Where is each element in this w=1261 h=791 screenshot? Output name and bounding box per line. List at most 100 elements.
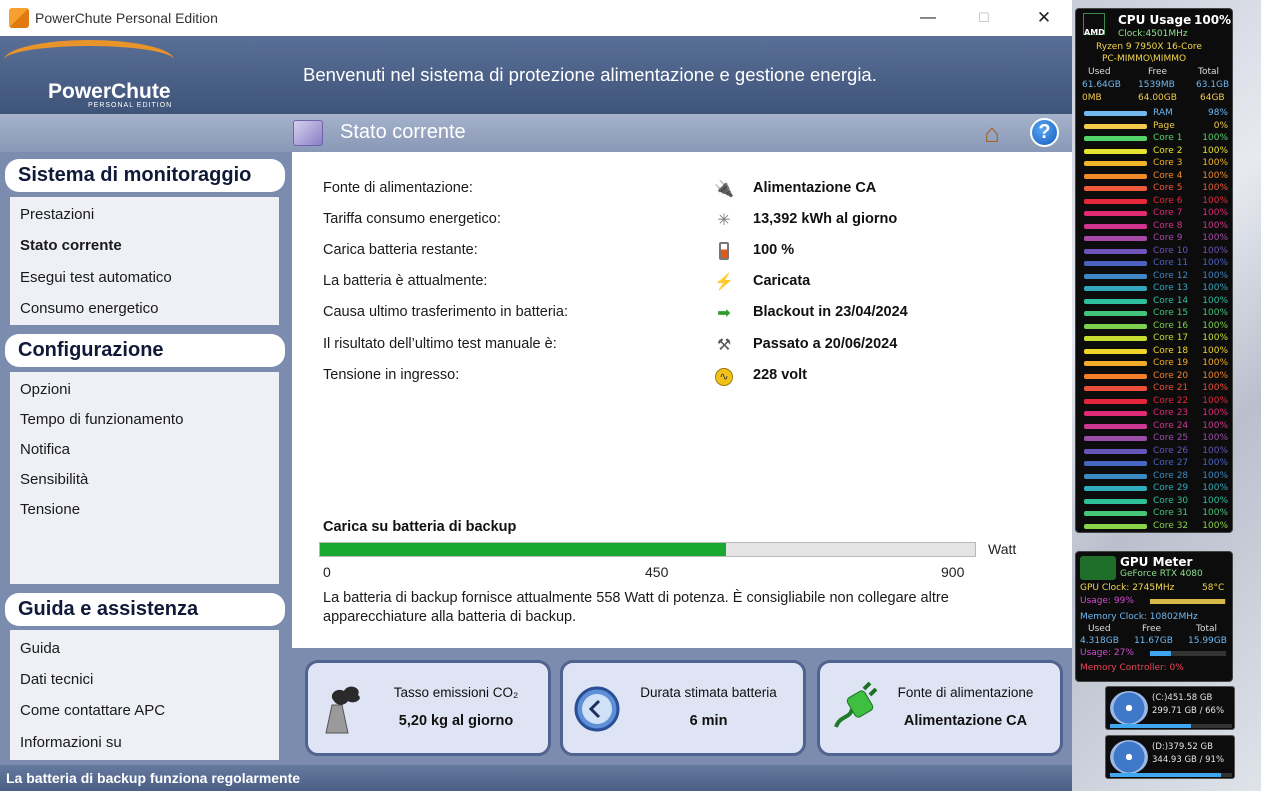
nav-consumo-energetico[interactable]: Consumo energetico <box>20 300 158 317</box>
core-name: Core 12 <box>1153 270 1189 281</box>
section-monitoring: Sistema di monitoraggio <box>5 159 285 192</box>
nav-tempo-funzionamento[interactable]: Tempo di funzionamento <box>20 411 183 428</box>
drive-d-fill <box>1110 773 1222 777</box>
nav-informazioni[interactable]: Informazioni su <box>20 734 122 751</box>
core-bar <box>1084 211 1147 216</box>
nav-opzioni[interactable]: Opzioni <box>20 381 71 398</box>
core-row: Core 20 100% <box>1081 371 1229 382</box>
maximize-button[interactable]: ☐ <box>956 0 1012 35</box>
core-name: Core 29 <box>1153 483 1189 493</box>
core-bar <box>1084 436 1147 441</box>
core-bar <box>1084 223 1147 229</box>
core-row: Core 11 100% <box>1081 258 1229 269</box>
core-percent: 100% <box>1202 520 1228 531</box>
core-row: Core 28 100% <box>1081 471 1229 482</box>
core-name: Core 32 <box>1153 520 1189 531</box>
mem-header: Used <box>1088 67 1111 77</box>
nav-prestazioni[interactable]: Prestazioni <box>20 206 94 223</box>
status-label: Carica batteria restante: <box>323 242 478 258</box>
status-value: Caricata <box>753 273 811 289</box>
nav-contattare-apc[interactable]: Come contattare APC <box>20 702 165 719</box>
close-button[interactable]: ✕ <box>1016 0 1072 35</box>
core-row: Core 14 100% <box>1081 296 1229 307</box>
core-bar <box>1084 186 1147 191</box>
gpu-title: GPU Meter <box>1120 555 1193 569</box>
core-name: Core 16 <box>1153 320 1189 331</box>
core-percent: 100% <box>1202 383 1228 393</box>
page-row: Page 0% <box>1081 121 1229 132</box>
help-icon[interactable]: ? <box>1030 118 1059 147</box>
gpu-meter-widget: GPU Meter GeForce RTX 4080 GPU Clock: 27… <box>1075 551 1233 682</box>
core-name: Core 11 <box>1153 258 1189 268</box>
nav-stato-corrente[interactable]: Stato corrente <box>20 237 122 254</box>
core-name: Core 25 <box>1153 433 1189 443</box>
cpu-usage: 100% <box>1194 13 1232 27</box>
nav-tensione[interactable]: Tensione <box>20 501 80 518</box>
core-bar <box>1084 511 1147 516</box>
core-name: Core 7 <box>1153 208 1183 218</box>
core-name: Core 15 <box>1153 308 1189 318</box>
core-bar <box>1084 236 1147 241</box>
load-tick: 0 <box>323 564 331 580</box>
core-name: Core 21 <box>1153 383 1189 393</box>
core-name: Core 14 <box>1153 295 1189 306</box>
card-runtime[interactable]: Durata stimata batteria 6 min <box>560 660 806 756</box>
status-value: Alimentazione CA <box>753 180 877 196</box>
core-percent: 100% <box>1202 258 1228 268</box>
core-percent: 100% <box>1202 420 1228 431</box>
core-bar <box>1084 248 1147 254</box>
core-bar <box>1084 323 1147 329</box>
home-icon[interactable]: ⌂ <box>978 119 1006 147</box>
cpu-model: Ryzen 9 7950X 16-Core <box>1096 42 1202 52</box>
core-percent: 100% <box>1202 470 1228 481</box>
core-name: Core 19 <box>1153 358 1189 368</box>
drive-c-widget[interactable]: (C:)451.58 GB 299.71 GB / 66% <box>1105 686 1235 730</box>
core-name: Core 9 <box>1153 233 1183 243</box>
core-bar <box>1084 136 1147 141</box>
core-bar <box>1084 111 1147 116</box>
load-bar-fill <box>320 543 727 556</box>
core-bar <box>1084 123 1147 129</box>
core-percent: 100% <box>1202 295 1228 306</box>
core-row: Core 32 100% <box>1081 521 1229 532</box>
cpu-clock: Clock:4501MHz <box>1118 29 1188 39</box>
core-row: Core 8 100% <box>1081 221 1229 232</box>
drive-d-widget[interactable]: (D:)379.52 GB 344.93 GB / 91% <box>1105 735 1235 779</box>
card-value: 5,20 kg al giorno <box>398 713 514 729</box>
nav-sensibilita[interactable]: Sensibilità <box>20 471 88 488</box>
powerchute-window: PowerChute Personal Edition — ☐ ✕ PowerC… <box>0 0 1072 791</box>
core-row: Core 26 100% <box>1081 446 1229 457</box>
nav-esegui-test[interactable]: Esegui test automatico <box>20 269 172 286</box>
gpu-mem-controller: Memory Controller: 0% <box>1080 663 1184 673</box>
core-percent: 100% <box>1202 445 1228 456</box>
core-name: Page <box>1153 120 1175 131</box>
core-name: Core 24 <box>1153 420 1189 431</box>
nav-guida[interactable]: Guida <box>20 640 60 657</box>
card-co2[interactable]: Tasso emissioni CO₂ 5,20 kg al giorno <box>305 660 551 756</box>
nav-notifica[interactable]: Notifica <box>20 441 70 458</box>
core-row: Core 27 100% <box>1081 458 1229 469</box>
core-percent: 100% <box>1202 495 1228 506</box>
gpu-mem-header: Used <box>1088 624 1111 634</box>
core-bar <box>1084 148 1147 154</box>
title-bar: PowerChute Personal Edition — ☐ ✕ <box>0 0 1072 35</box>
logo-subtitle: PERSONAL EDITION <box>88 102 173 109</box>
core-percent: 100% <box>1202 433 1228 443</box>
minimize-button[interactable]: — <box>900 0 956 35</box>
core-percent: 100% <box>1202 408 1228 418</box>
drive-d-free: 344.93 GB / 91% <box>1152 755 1225 765</box>
core-bar <box>1084 386 1147 391</box>
status-label: La batteria è attualmente: <box>323 273 488 289</box>
status-label: Tariffa consumo energetico: <box>323 211 501 227</box>
core-bar <box>1084 311 1147 316</box>
core-name: Core 17 <box>1153 333 1189 343</box>
core-percent: 100% <box>1202 183 1228 193</box>
load-bar <box>319 542 976 557</box>
nav-dati-tecnici[interactable]: Dati tecnici <box>20 671 93 688</box>
card-power-source[interactable]: Fonte di alimentazione Alimentazione CA <box>817 660 1063 756</box>
core-name: Core 28 <box>1153 470 1189 481</box>
core-percent: 100% <box>1202 145 1228 156</box>
transfer-icon: ➡ <box>717 305 731 322</box>
page-total: 64GB <box>1200 93 1225 103</box>
ram-free: 1539MB <box>1138 80 1175 90</box>
